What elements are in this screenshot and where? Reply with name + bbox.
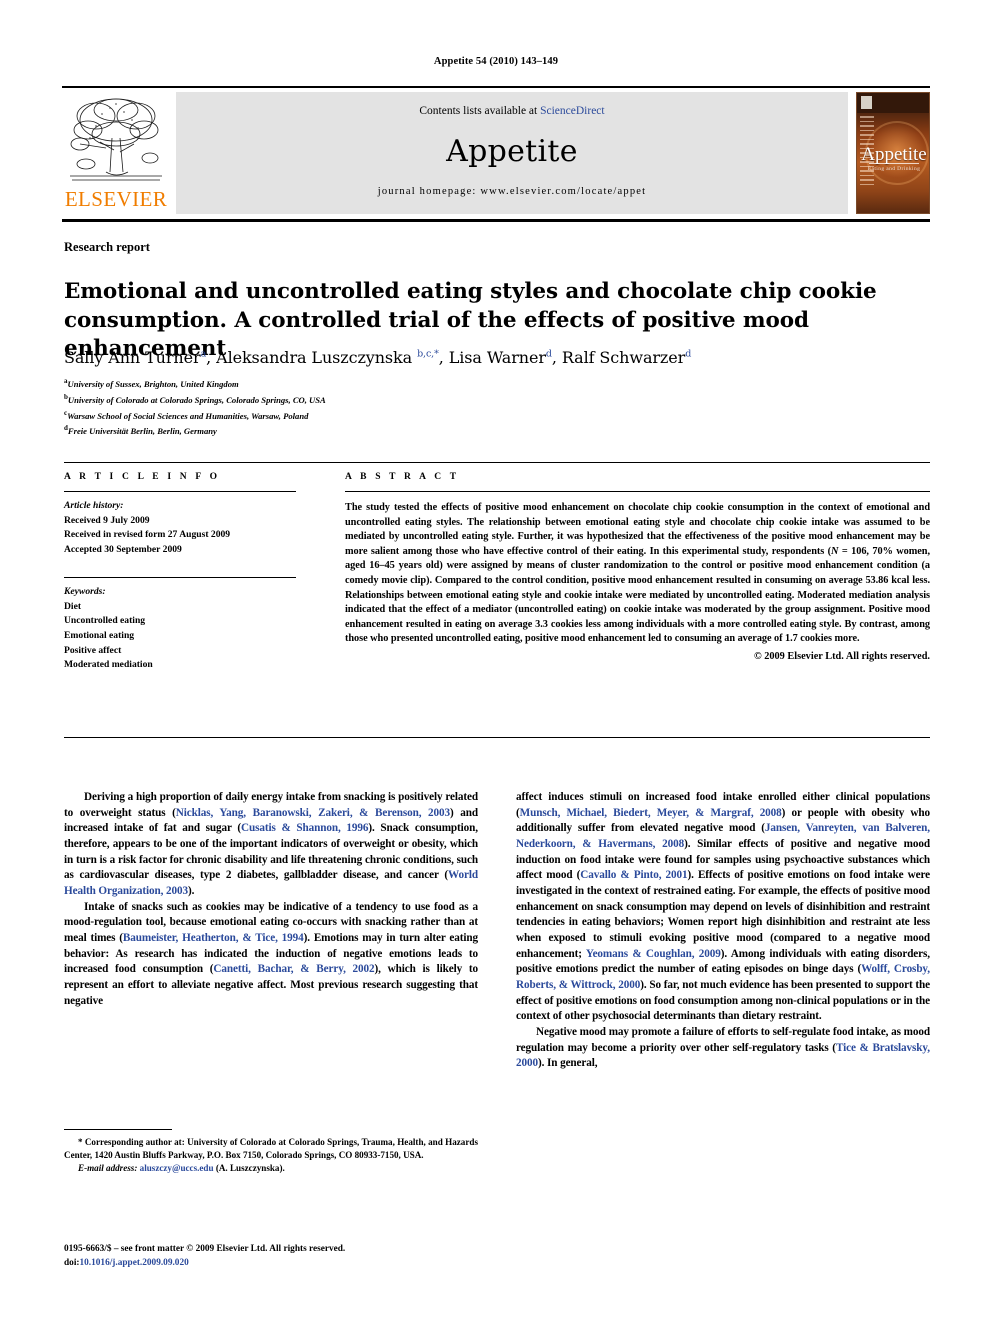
footnote-block: * Corresponding author at: University of… <box>64 1136 478 1176</box>
history-item: Received 9 July 2009 <box>64 514 150 526</box>
running-head: Appetite 54 (2010) 143–149 <box>433 56 559 67</box>
header-top-rule <box>62 86 930 88</box>
body-column-right: affect induces stimuli on increased food… <box>516 791 930 1070</box>
keywords-label: Keywords: <box>64 586 106 598</box>
footnote-rule <box>64 1129 172 1130</box>
affiliation-item: dFreie Universität Berlin, Berlin, Germa… <box>64 423 764 439</box>
affiliation-text: University of Sussex, Brighton, United K… <box>67 378 239 389</box>
corresponding-email-note: E-mail address: aluszczy@uccs.edu (A. Lu… <box>78 1163 285 1174</box>
info-section-bottom-rule <box>64 737 930 738</box>
keyword-item: Moderated mediation <box>64 659 153 671</box>
abstract-copyright: © 2009 Elsevier Ltd. All rights reserved… <box>753 651 930 663</box>
header-bottom-rule <box>62 219 930 222</box>
imprint-block: 0195-6663/$ – see front matter © 2009 El… <box>64 1243 494 1271</box>
affiliation-text: Warsaw School of Social Sciences and Hum… <box>67 410 309 421</box>
keywords-block: Keywords: Diet Uncontrolled eating Emoti… <box>64 578 296 672</box>
cover-logo-icon <box>861 96 872 109</box>
cover-journal-title: Appetite <box>861 144 927 165</box>
contents-prefix: Contents lists available at <box>419 105 541 117</box>
history-item: Accepted 30 September 2009 <box>64 543 182 555</box>
elsevier-logo: ELSEVIER <box>62 92 170 214</box>
journal-header-center: Contents lists available at ScienceDirec… <box>176 92 848 214</box>
journal-name: Appetite <box>446 134 578 169</box>
info-section-top-rule <box>64 462 930 463</box>
abstract-column: A B S T R A C T The study tested the eff… <box>345 472 930 662</box>
affiliation-item: bUniversity of Colorado at Colorado Spri… <box>64 392 764 408</box>
author-list: Sally Ann Turnera, Aleksandra Luszczynsk… <box>64 348 692 367</box>
abstract-text: The study tested the effects of positive… <box>345 502 930 645</box>
doi-link[interactable]: 10.1016/j.appet.2009.09.020 <box>80 1258 189 1268</box>
affiliation-text: University of Colorado at Colorado Sprin… <box>67 394 326 405</box>
keyword-item: Positive affect <box>64 644 122 656</box>
article-history-block: Article history: Received 9 July 2009 Re… <box>64 492 296 557</box>
contents-available-line: Contents lists available at ScienceDirec… <box>176 105 848 117</box>
article-history-label: Article history: <box>64 500 124 511</box>
affiliation-item: cWarsaw School of Social Sciences and Hu… <box>64 408 764 424</box>
keyword-item: Uncontrolled eating <box>64 615 146 627</box>
article-info-heading: A R T I C L E I N F O <box>64 472 221 482</box>
cover-divider <box>869 163 919 164</box>
history-item: Received in revised form 27 August 2009 <box>64 529 231 541</box>
journal-cover-thumbnail: Appetite Eating and Drinking <box>856 92 930 214</box>
affiliation-text: Freie Universität Berlin, Berlin, German… <box>67 426 217 437</box>
keyword-item: Emotional eating <box>64 630 135 642</box>
article-info-column: A R T I C L E I N F O Article history: R… <box>64 472 296 673</box>
journal-article-page: Appetite 54 (2010) 143–149 ELSEVIER Cont… <box>0 0 992 1323</box>
doi-label: doi: <box>64 1257 80 1268</box>
journal-header-band: ELSEVIER Contents lists available at Sci… <box>62 92 930 214</box>
affiliation-list: aUniversity of Sussex, Brighton, United … <box>64 376 764 439</box>
body-column-left: Deriving a high proportion of daily ener… <box>64 791 478 1007</box>
elsevier-wordmark: ELSEVIER <box>64 187 168 211</box>
elsevier-tree-icon <box>66 94 166 186</box>
abstract-heading: A B S T R A C T <box>345 472 460 482</box>
corresponding-author-note: * Corresponding author at: University of… <box>64 1137 478 1161</box>
sciencedirect-link[interactable]: ScienceDirect <box>540 105 605 117</box>
doi-line: doi:10.1016/j.appet.2009.09.020 <box>64 1257 494 1271</box>
cover-journal-subtitle: Eating and Drinking <box>867 166 921 172</box>
issn-line: 0195-6663/$ – see front matter © 2009 El… <box>64 1244 346 1254</box>
article-type-label: Research report <box>64 240 150 254</box>
journal-homepage[interactable]: journal homepage: www.elsevier.com/locat… <box>176 186 848 197</box>
affiliation-item: aUniversity of Sussex, Brighton, United … <box>64 376 764 392</box>
keyword-item: Diet <box>64 600 82 612</box>
